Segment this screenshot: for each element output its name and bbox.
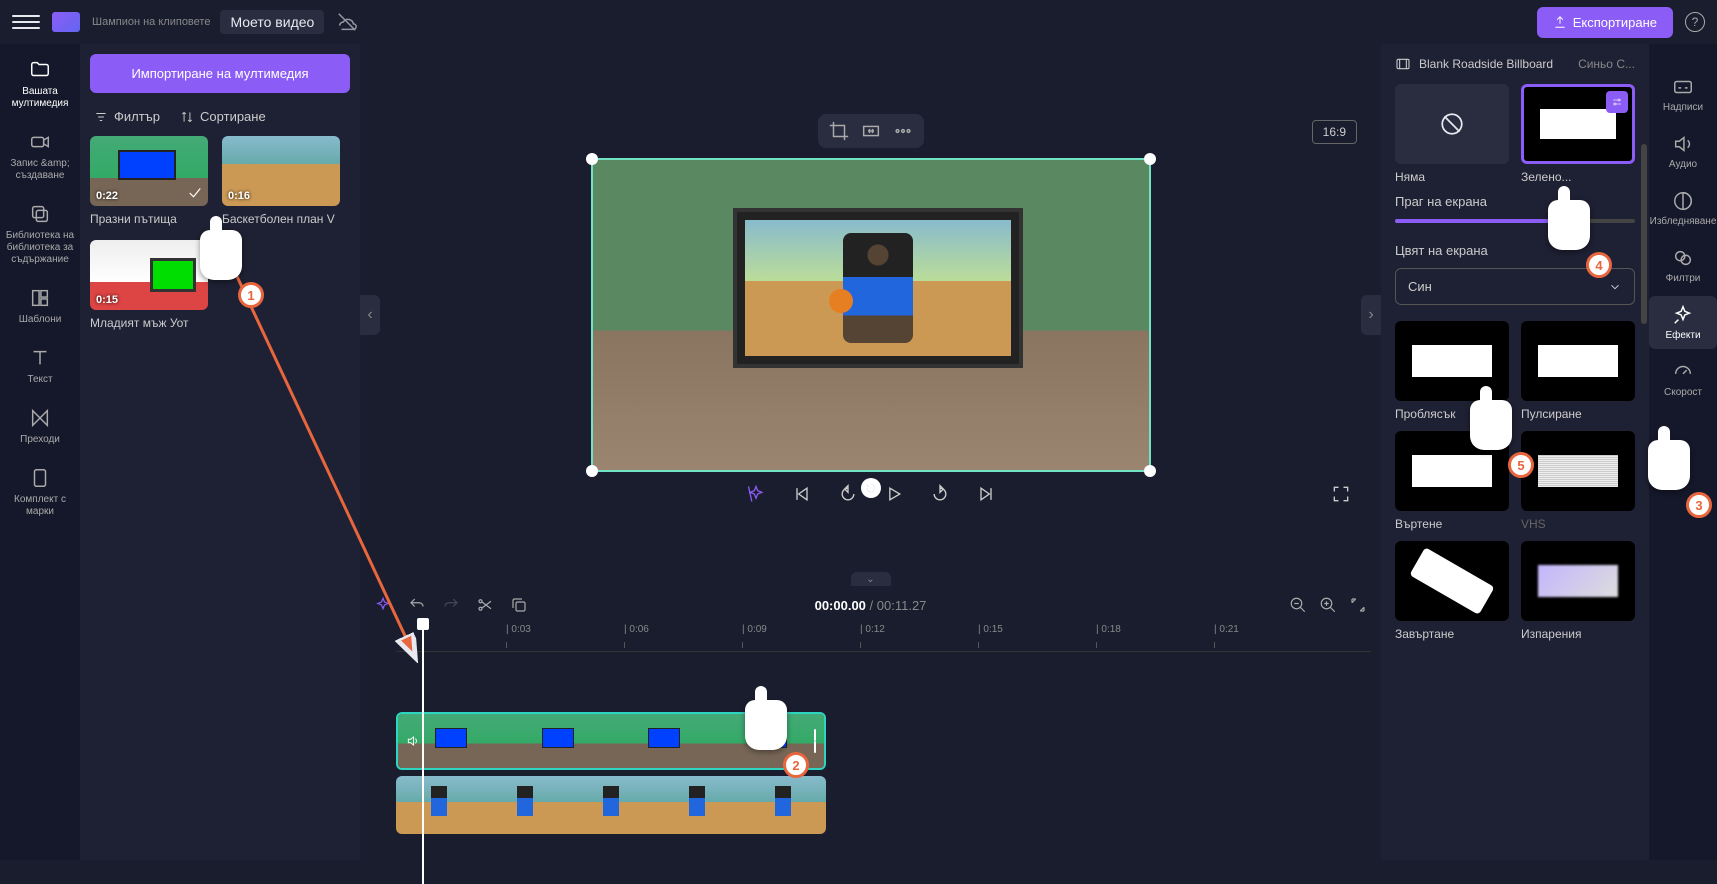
redo-icon[interactable]	[442, 596, 460, 614]
ruler-mark: | 0:06	[624, 624, 649, 635]
timeline-ruler[interactable]: | 0:03 | 0:06 | 0:09 | 0:12 | 0:15 | 0:18 | 0:…	[396, 624, 1371, 652]
playhead[interactable]	[422, 624, 424, 884]
zoom-out-icon[interactable]	[1289, 596, 1307, 614]
breadcrumb: Шампион на клиповете Моето видео	[92, 10, 324, 34]
resize-handle-br[interactable]	[1144, 465, 1156, 477]
zoom-fit-icon[interactable]	[1349, 596, 1367, 614]
timeline-clip-basketball[interactable]	[396, 776, 826, 834]
duplicate-icon[interactable]	[510, 596, 528, 614]
video-title[interactable]: Моето видео	[220, 10, 324, 34]
chevron-down-icon	[1608, 280, 1622, 294]
app-logo	[52, 12, 80, 32]
nav-your-media[interactable]: Вашата мултимедия	[0, 50, 80, 118]
export-button[interactable]: Експортиране	[1537, 7, 1673, 38]
export-label: Експортиране	[1573, 15, 1657, 30]
screen-color-dropdown[interactable]: Син	[1395, 268, 1635, 305]
properties-panel: Blank Roadside Billboard Синьо С... Няма…	[1381, 44, 1649, 860]
panel-collapse-left[interactable]: ‹	[360, 295, 380, 335]
threshold-label: Праг на екрана	[1395, 194, 1635, 209]
nav-brand-kit[interactable]: Комплект с марки	[0, 458, 80, 526]
import-media-button[interactable]: Импортиране на мултимедия	[90, 54, 350, 93]
rn-audio[interactable]: Аудио	[1649, 125, 1717, 178]
menu-button[interactable]	[12, 8, 40, 36]
timeline-clip-billboard[interactable]	[396, 712, 826, 770]
media-panel: Импортиране на мултимедия Филтър Сортира…	[80, 44, 360, 860]
skip-start-icon[interactable]	[792, 484, 812, 504]
nav-transitions[interactable]: Преходи	[0, 398, 80, 454]
rn-captions[interactable]: Надписи	[1649, 68, 1717, 121]
ruler-mark: | 0:21	[1214, 624, 1239, 635]
effect-pulse[interactable]: Пулсиране	[1521, 321, 1635, 421]
resize-handle-bl[interactable]	[586, 465, 598, 477]
preview-image	[593, 160, 1149, 470]
fit-icon[interactable]	[860, 120, 882, 142]
resize-handle-tl[interactable]	[586, 153, 598, 165]
preview-canvas[interactable]	[591, 158, 1151, 472]
preview-toolbar	[818, 114, 924, 148]
aspect-ratio-badge[interactable]: 16:9	[1312, 120, 1357, 144]
left-nav: Вашата мултимедия Запис &amp; създаване …	[0, 44, 80, 860]
nav-record-create[interactable]: Запис &amp; създаване	[0, 122, 80, 190]
right-nav: Надписи Аудио Избледняване Филтри Ефекти…	[1649, 44, 1717, 860]
ruler-mark: | 0:15	[978, 624, 1003, 635]
scrollbar[interactable]	[1641, 144, 1647, 324]
media-item-billboard[interactable]: 0:22 Празни пътища	[90, 136, 208, 226]
effect-greenscreen[interactable]: Зелено...	[1521, 84, 1635, 184]
selected-clip-name: Blank Roadside Billboard	[1419, 57, 1553, 71]
skip-end-icon[interactable]	[976, 484, 996, 504]
expand-timeline-icon[interactable]: ⌄	[851, 572, 891, 586]
ruler-mark: | 0:03	[506, 624, 531, 635]
undo-icon[interactable]	[408, 596, 426, 614]
nav-text[interactable]: Текст	[0, 338, 80, 394]
selected-clip-secondary: Синьо С...	[1578, 57, 1635, 71]
effect-rotate[interactable]: Въртене	[1395, 431, 1509, 531]
crop-icon[interactable]	[828, 120, 850, 142]
rn-fade[interactable]: Избледняване	[1649, 182, 1717, 235]
media-item-basketball[interactable]: 0:16 Баскетболен план V	[222, 136, 340, 226]
media-item-young-man[interactable]: 0:15 Младият мъж Уот	[90, 240, 208, 330]
breadcrumb-root[interactable]: Шампион на клиповете	[92, 16, 210, 28]
ruler-mark: | 0:18	[1096, 624, 1121, 635]
ai-sparkle-icon[interactable]	[746, 484, 766, 504]
effect-settings-icon[interactable]	[1606, 91, 1628, 113]
forward-10-icon[interactable]	[930, 484, 950, 504]
video-clip-icon	[1395, 56, 1411, 72]
more-icon[interactable]	[892, 120, 914, 142]
zoom-in-icon[interactable]	[1319, 596, 1337, 614]
timeline: ⌄ 00:00.00 / 00:11.27 | 0:03|	[360, 586, 1381, 860]
none-icon	[1439, 111, 1465, 137]
center-area: ‹ › 16:9	[360, 44, 1381, 860]
nav-content-library[interactable]: Библиотека на библиотека за съдържание	[0, 194, 80, 274]
filter-button[interactable]: Филтър	[94, 109, 160, 124]
rn-speed[interactable]: Скорост	[1649, 353, 1717, 406]
effect-flash[interactable]: Проблясък	[1395, 321, 1509, 421]
time-display: 00:00.00 / 00:11.27	[815, 598, 927, 613]
rn-effects[interactable]: Ефекти	[1649, 296, 1717, 349]
effect-none[interactable]: Няма	[1395, 84, 1509, 184]
nav-templates[interactable]: Шаблони	[0, 278, 80, 334]
ruler-mark: | 0:09	[742, 624, 767, 635]
help-icon[interactable]: ?	[1685, 12, 1705, 32]
sort-button[interactable]: Сортиране	[180, 109, 266, 124]
clip-trim-right[interactable]	[814, 729, 820, 753]
threshold-slider[interactable]	[1395, 219, 1635, 223]
ruler-mark: | 0:12	[860, 624, 885, 635]
audio-icon	[406, 734, 420, 748]
ai-tool-icon[interactable]	[374, 596, 392, 614]
rewind-10-icon[interactable]	[838, 484, 858, 504]
fullscreen-icon[interactable]	[1331, 484, 1351, 504]
split-icon[interactable]	[476, 596, 494, 614]
effect-vapor[interactable]: Изпарения	[1521, 541, 1635, 641]
rotate-handle[interactable]	[861, 478, 881, 498]
rn-filters[interactable]: Филтри	[1649, 239, 1717, 292]
resize-handle-tr[interactable]	[1144, 153, 1156, 165]
effect-vhs[interactable]: VHS	[1521, 431, 1635, 531]
effect-spin[interactable]: Завъртане	[1395, 541, 1509, 641]
panel-collapse-right[interactable]: ›	[1361, 295, 1381, 335]
check-icon	[186, 184, 204, 202]
screen-color-label: Цвят на екрана	[1395, 243, 1635, 258]
cloud-off-icon	[336, 11, 358, 33]
play-icon[interactable]	[884, 484, 904, 504]
